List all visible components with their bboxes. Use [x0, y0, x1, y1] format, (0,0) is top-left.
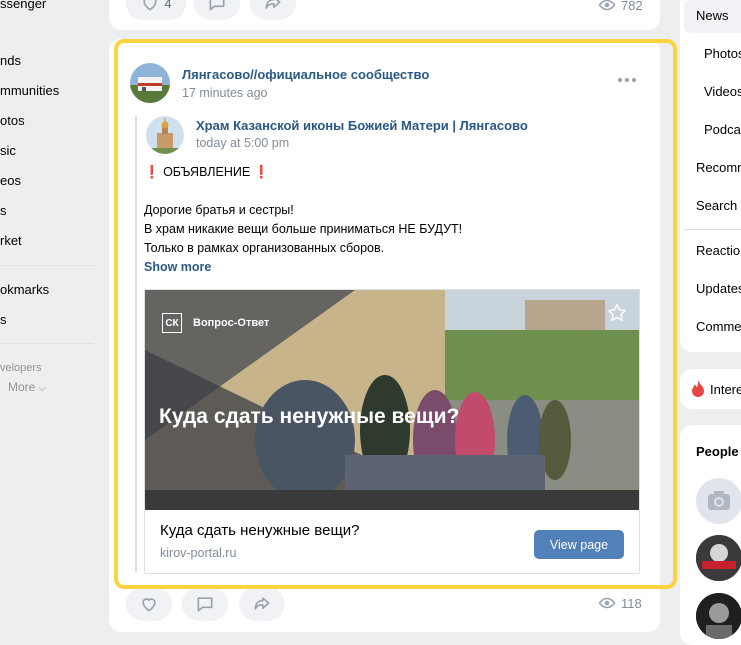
previous-post-card [109, 0, 660, 30]
like-button[interactable]: 4 [126, 0, 186, 20]
share-icon [265, 0, 281, 9]
portal-logo-icon: СК [162, 313, 182, 333]
filter-divider [684, 229, 741, 230]
post-timestamp[interactable]: 17 minutes ago [182, 86, 267, 100]
nav-divider [0, 343, 94, 344]
filter-recommendations[interactable]: Recomm [696, 160, 741, 175]
nav-item-music[interactable]: sic [0, 143, 16, 158]
comment-icon [209, 0, 225, 11]
filter-reactions[interactable]: Reaction [696, 243, 741, 258]
chevron-down-icon: ⌵ [38, 383, 46, 394]
filter-news[interactable]: News [696, 8, 729, 23]
nav-item-videos[interactable]: eos [0, 173, 21, 188]
repost-divider [135, 115, 137, 573]
like-button[interactable] [126, 587, 172, 621]
link-snippet[interactable]: СК Вопрос-Ответ Куда сдать ненужные вещи… [144, 289, 640, 574]
post-text-line: В храм никакие вещи больше приниматься Н… [144, 222, 463, 236]
more-label: More [8, 380, 36, 394]
nav-item-bookmarks[interactable]: okmarks [0, 282, 49, 297]
post-heading-line: ❗ ОБЪЯВЛЕНИЕ ❗ [144, 165, 269, 180]
comment-icon [197, 597, 213, 612]
person-avatar[interactable] [696, 535, 741, 581]
post-text-line: Только в рамках организованных сборов. [144, 241, 385, 255]
nav-item-communities[interactable]: mmunities [0, 83, 59, 98]
snippet-image-heading: Куда сдать ненужные вещи? [159, 405, 460, 428]
views-counter: 118 [598, 594, 642, 612]
views-count: 118 [621, 595, 642, 611]
left-navigation: ssenger nds mmunities otos sic eos s rke… [0, 0, 100, 642]
snippet-domain[interactable]: kirov-portal.ru [160, 546, 236, 560]
share-icon [254, 597, 270, 610]
filter-videos[interactable]: Videos [704, 84, 741, 99]
eye-icon [598, 0, 616, 11]
views-counter: 782 [598, 0, 643, 14]
community-avatar[interactable] [130, 63, 170, 103]
repost-avatar[interactable] [146, 116, 184, 154]
filter-photos[interactable]: Photos [704, 46, 741, 61]
snippet-title[interactable]: Куда сдать ненужные вещи? [160, 522, 360, 539]
filter-search[interactable]: Search [696, 198, 737, 213]
comment-button[interactable] [182, 587, 228, 621]
post-menu-icon[interactable] [618, 74, 638, 86]
heart-icon [142, 598, 156, 612]
exclamation-icon: ❗ [144, 165, 160, 179]
person-avatar[interactable] [696, 478, 741, 524]
more-link[interactable]: More ⌵ [8, 380, 46, 394]
heart-icon [143, 0, 158, 11]
exclamation-icon: ❗ [253, 165, 270, 179]
nav-divider [0, 265, 94, 266]
interests-link[interactable]: Intere [710, 382, 741, 397]
view-page-button[interactable]: View page [534, 530, 624, 559]
nav-item-market[interactable]: rket [0, 233, 22, 248]
show-more-link[interactable]: Show more [144, 260, 211, 274]
portal-caption: Вопрос-Ответ [193, 317, 270, 329]
repost-author-link[interactable]: Храм Казанской иконы Божией Матери | Лян… [196, 118, 528, 133]
share-button[interactable] [239, 587, 285, 621]
post-author-link[interactable]: Лянгасово//официальное сообщество [182, 67, 429, 82]
nav-item-friends[interactable]: nds [0, 53, 21, 68]
views-count: 782 [621, 0, 643, 13]
filter-podcasts[interactable]: Podca [704, 122, 741, 137]
repost-timestamp[interactable]: today at 5:00 pm [196, 136, 289, 150]
nav-item-messenger[interactable]: ssenger [0, 0, 46, 11]
eye-icon [598, 597, 616, 609]
people-heading: People [696, 444, 739, 459]
person-avatar[interactable] [696, 593, 741, 639]
nav-item-games[interactable]: s [0, 203, 7, 218]
developers-link[interactable]: velopers [0, 362, 42, 374]
post-text-line: Дорогие братья и сестры! [144, 203, 294, 217]
nav-item-files[interactable]: s [0, 312, 7, 327]
fire-icon [691, 380, 705, 398]
camera-icon [708, 491, 730, 510]
star-icon[interactable] [606, 302, 628, 324]
nav-item-photos[interactable]: otos [0, 113, 25, 128]
snippet-image[interactable]: СК Вопрос-Ответ Куда сдать ненужные вещи… [145, 290, 639, 510]
post-heading: ОБЪЯВЛЕНИЕ [163, 165, 251, 179]
filter-comments[interactable]: Comme [696, 319, 741, 334]
filter-updates[interactable]: Updates [696, 281, 741, 296]
like-count: 4 [164, 0, 172, 11]
